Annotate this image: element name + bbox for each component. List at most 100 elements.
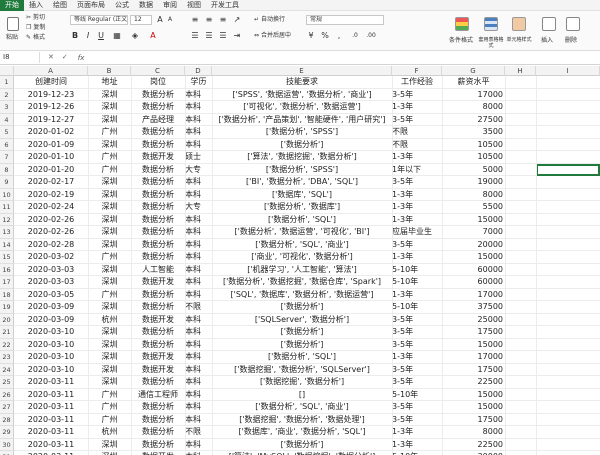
cell-col-i[interactable] (536, 226, 600, 239)
cell-col-f[interactable]: 3-5年 (392, 326, 442, 339)
cell-col-c[interactable]: 人工智能 (131, 264, 185, 277)
cell-col-h[interactable] (505, 339, 536, 352)
header-cell-col-g[interactable]: 薪资水平 (442, 76, 505, 89)
wrap-text-button[interactable]: ↵ 自动换行 (254, 16, 285, 24)
cell-col-b[interactable]: 深圳 (88, 189, 131, 202)
cell-col-h[interactable] (505, 264, 536, 277)
cell-col-f[interactable]: 1-3年 (392, 201, 442, 214)
cell-col-b[interactable]: 深圳 (88, 176, 131, 189)
cell-col-e[interactable]: ['数据分析'] (212, 139, 392, 152)
cell-col-a[interactable]: 2019-12-27 (14, 114, 88, 127)
cell-col-f[interactable]: 应届毕业生 (392, 226, 442, 239)
cancel-icon[interactable]: ✕ (48, 52, 54, 63)
menu-insert[interactable]: 插入 (24, 0, 48, 11)
cell-col-c[interactable]: 数据分析 (131, 126, 185, 139)
cell-col-c[interactable]: 数据分析 (131, 439, 185, 452)
cell-col-f[interactable]: 1-3年 (392, 351, 442, 364)
cell-col-a[interactable]: 2020-03-11 (14, 376, 88, 389)
cell-col-a[interactable]: 2020-03-11 (14, 439, 88, 452)
cell-col-d[interactable]: 大专 (185, 164, 212, 177)
row-header[interactable]: 9 (0, 176, 14, 189)
cell-col-g[interactable]: 30000 (442, 451, 505, 455)
cell-col-a[interactable]: 2020-03-10 (14, 326, 88, 339)
cell-col-g[interactable]: 5000 (442, 164, 505, 177)
align-right-icon[interactable]: ☰ (218, 31, 228, 41)
header-cell-col-c[interactable]: 岗位 (131, 76, 185, 89)
cell-col-b[interactable]: 深圳 (88, 139, 131, 152)
cell-col-d[interactable]: 本科 (185, 339, 212, 352)
column-header-c[interactable]: C (131, 66, 185, 76)
bold-button[interactable]: B (70, 31, 80, 41)
cell-col-f[interactable]: 不限 (392, 126, 442, 139)
cell-col-h[interactable] (505, 251, 536, 264)
cell-col-b[interactable]: 深圳 (88, 364, 131, 377)
cell-col-f[interactable]: 3-5年 (392, 339, 442, 352)
row-header[interactable]: 18 (0, 288, 14, 301)
cell-col-e[interactable]: ['数据分析'] (212, 339, 392, 352)
column-header-i[interactable]: I (536, 66, 600, 76)
cell-col-h[interactable] (505, 364, 536, 377)
cell-col-d[interactable]: 本科 (185, 364, 212, 377)
cell-col-b[interactable]: 深圳 (88, 239, 131, 252)
cell-col-e[interactable]: ['商业', '可视化', '数据分析'] (212, 251, 392, 264)
cell-col-d[interactable]: 大专 (185, 201, 212, 214)
cell-col-h[interactable] (505, 139, 536, 152)
cell-col-b[interactable]: 广州 (88, 389, 131, 402)
cell-col-e[interactable]: ['数据库', 'SQL'] (212, 189, 392, 202)
header-cell-col-b[interactable]: 地址 (88, 76, 131, 89)
comma-icon[interactable]: , (334, 31, 344, 41)
cell-col-g[interactable]: 17000 (442, 289, 505, 302)
font-name-select[interactable]: 等线 Regular (正文) (70, 15, 128, 25)
cell-col-d[interactable]: 本科 (185, 414, 212, 427)
cell-col-i[interactable] (536, 414, 600, 427)
header-cell-col-h[interactable] (505, 76, 536, 89)
cell-col-d[interactable]: 本科 (185, 401, 212, 414)
row-header[interactable]: 6 (0, 138, 14, 151)
cell-col-c[interactable]: 数据分析 (131, 289, 185, 302)
cell-col-g[interactable]: 10500 (442, 151, 505, 164)
row-header[interactable]: 17 (0, 276, 14, 289)
cell-col-g[interactable]: 27500 (442, 114, 505, 127)
row-header[interactable]: 8 (0, 163, 14, 176)
cell-col-b[interactable]: 深圳 (88, 214, 131, 227)
cell-col-e[interactable]: ['SQLServer', '数据分析'] (212, 314, 392, 327)
font-color-icon[interactable]: A (148, 31, 158, 41)
cell-col-b[interactable]: 深圳 (88, 301, 131, 314)
cell-col-d[interactable]: 本科 (185, 264, 212, 277)
cell-col-a[interactable]: 2020-03-09 (14, 301, 88, 314)
cell-col-h[interactable] (505, 164, 536, 177)
cell-col-c[interactable]: 数据分析 (131, 139, 185, 152)
cell-col-b[interactable]: 深圳 (88, 101, 131, 114)
cell-col-b[interactable]: 杭州 (88, 314, 131, 327)
cell-col-d[interactable]: 本科 (185, 176, 212, 189)
cell-col-b[interactable]: 广州 (88, 151, 131, 164)
cell-col-f[interactable]: 1-3年 (392, 426, 442, 439)
cell-col-d[interactable]: 本科 (185, 276, 212, 289)
cell-col-g[interactable]: 20000 (442, 239, 505, 252)
cell-col-e[interactable]: ['可视化', '数据分析', '数据运营'] (212, 101, 392, 114)
cell-col-i[interactable] (536, 214, 600, 227)
cell-col-c[interactable]: 数据开发 (131, 364, 185, 377)
menu-data[interactable]: 数据 (134, 0, 158, 11)
cell-col-a[interactable]: 2019-12-23 (14, 89, 88, 102)
cell-col-i[interactable] (536, 376, 600, 389)
cell-col-h[interactable] (505, 414, 536, 427)
conditional-format-button[interactable]: 条件格式 (447, 15, 477, 49)
menu-review[interactable]: 审阅 (158, 0, 182, 11)
cell-col-i[interactable] (536, 114, 600, 127)
cell-col-d[interactable]: 本科 (185, 289, 212, 302)
cell-col-i[interactable] (536, 339, 600, 352)
copy-button[interactable]: ❐ 复制 (26, 24, 45, 32)
align-middle-icon[interactable]: ≡ (204, 15, 214, 25)
formula-input[interactable] (84, 52, 600, 63)
cell-col-e[interactable]: ['数据挖掘', '数据分析'] (212, 376, 392, 389)
row-header[interactable]: 22 (0, 338, 14, 351)
cell-col-g[interactable]: 19000 (442, 176, 505, 189)
cell-col-f[interactable]: 5-10年 (392, 264, 442, 277)
cell-col-d[interactable]: 不限 (185, 426, 212, 439)
cell-col-d[interactable]: 不限 (185, 301, 212, 314)
cell-col-i[interactable] (536, 176, 600, 189)
cell-col-g[interactable]: 17500 (442, 364, 505, 377)
row-header[interactable]: 26 (0, 388, 14, 401)
cell-col-e[interactable]: ['算法', 'MySQL', '数据挖掘', '数据分析'] (212, 451, 392, 455)
